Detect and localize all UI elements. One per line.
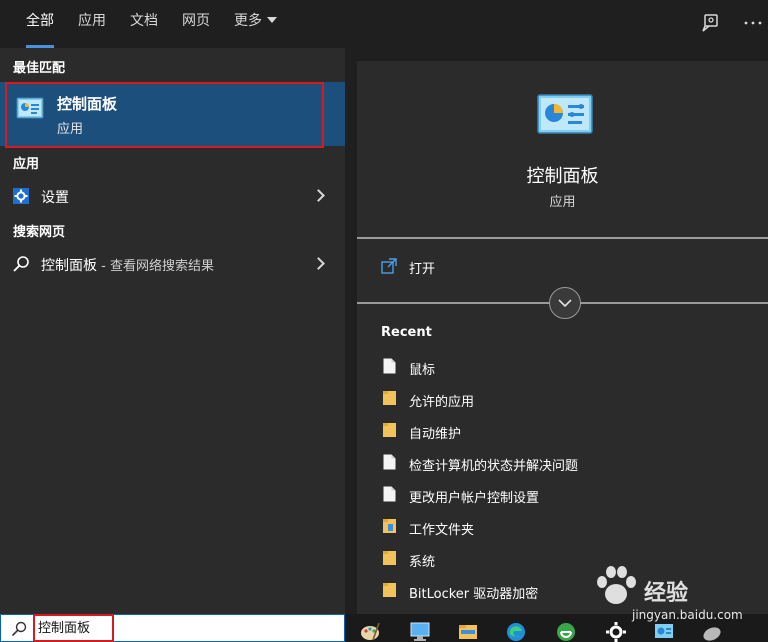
chevron-right-icon: [312, 189, 325, 202]
web-search-suffix: - 查看网络搜索结果: [97, 259, 214, 274]
chevron-right-icon: [312, 257, 325, 270]
recent-item[interactable]: 检查计算机的状态并解决问题: [381, 449, 761, 477]
folder-icon: [383, 423, 396, 437]
baidu-watermark: 经验 jingyan.baidu.com: [588, 556, 768, 630]
paw-logo-icon: [597, 566, 636, 604]
file-icon: [383, 358, 396, 374]
tab-web[interactable]: 网页: [182, 0, 210, 48]
file-icon: [383, 486, 396, 502]
top-tab-bar: 全部 应用 文档 网页 更多: [0, 0, 768, 48]
open-label: 打开: [409, 262, 436, 277]
recent-item[interactable]: 更改用户帐户控制设置: [381, 481, 761, 509]
search-icon: [11, 621, 27, 637]
section-best-match: 最佳匹配: [13, 61, 66, 76]
section-apps: 应用: [13, 157, 40, 172]
tab-apps[interactable]: 应用: [78, 0, 106, 48]
paint-app-icon[interactable]: [359, 620, 381, 642]
browser-icon[interactable]: [555, 620, 577, 642]
control-panel-icon: [537, 94, 593, 134]
results-panel: 最佳匹配 控制面板 应用 应用 设置 搜索网页 控制面板 - 查看网络搜索结果: [0, 48, 345, 614]
folder-icon: [383, 391, 396, 405]
expand-button[interactable]: [549, 287, 581, 319]
gear-icon: [13, 188, 29, 204]
tab-more[interactable]: 更多: [234, 0, 277, 48]
recent-item[interactable]: 工作文件夹: [381, 513, 761, 541]
chevron-down-icon: [558, 299, 572, 308]
desktop-app-icon[interactable]: [409, 620, 431, 642]
open-icon: [381, 258, 397, 274]
watermark-url: jingyan.baidu.com: [632, 608, 743, 622]
recent-item[interactable]: 自动维护: [381, 417, 761, 445]
detail-subtitle: 应用: [549, 195, 576, 210]
highlight-box: [5, 82, 324, 148]
search-icon: [13, 256, 29, 272]
web-search-item[interactable]: 控制面板 - 查看网络搜索结果: [0, 247, 345, 281]
feedback-icon[interactable]: [700, 12, 722, 34]
chevron-down-icon: [267, 17, 277, 23]
section-web: 搜索网页: [13, 225, 66, 240]
tab-all[interactable]: 全部: [26, 0, 54, 48]
folder-icon: [383, 583, 396, 597]
edge-browser-icon[interactable]: [505, 620, 527, 642]
file-icon: [383, 454, 396, 470]
app-item-label: 设置: [41, 190, 69, 206]
watermark-text: 经验: [644, 581, 689, 606]
divider: [357, 237, 768, 239]
highlight-box: [33, 614, 114, 642]
folder-icon: [383, 519, 396, 533]
detail-panel: 控制面板 应用 打开 Recent 鼠标 允许的应用 自动维护 检查计算机的状态…: [357, 61, 768, 614]
web-search-query: 控制面板: [41, 258, 97, 274]
tab-documents[interactable]: 文档: [130, 0, 158, 48]
recent-item[interactable]: 允许的应用: [381, 385, 761, 413]
folder-icon: [383, 551, 396, 565]
file-explorer-icon[interactable]: [457, 620, 479, 642]
app-item-settings[interactable]: 设置: [0, 179, 345, 213]
detail-title: 控制面板: [526, 166, 599, 187]
recent-item[interactable]: 鼠标: [381, 353, 761, 381]
recent-title: Recent: [381, 325, 432, 340]
more-options-icon[interactable]: [742, 12, 764, 34]
